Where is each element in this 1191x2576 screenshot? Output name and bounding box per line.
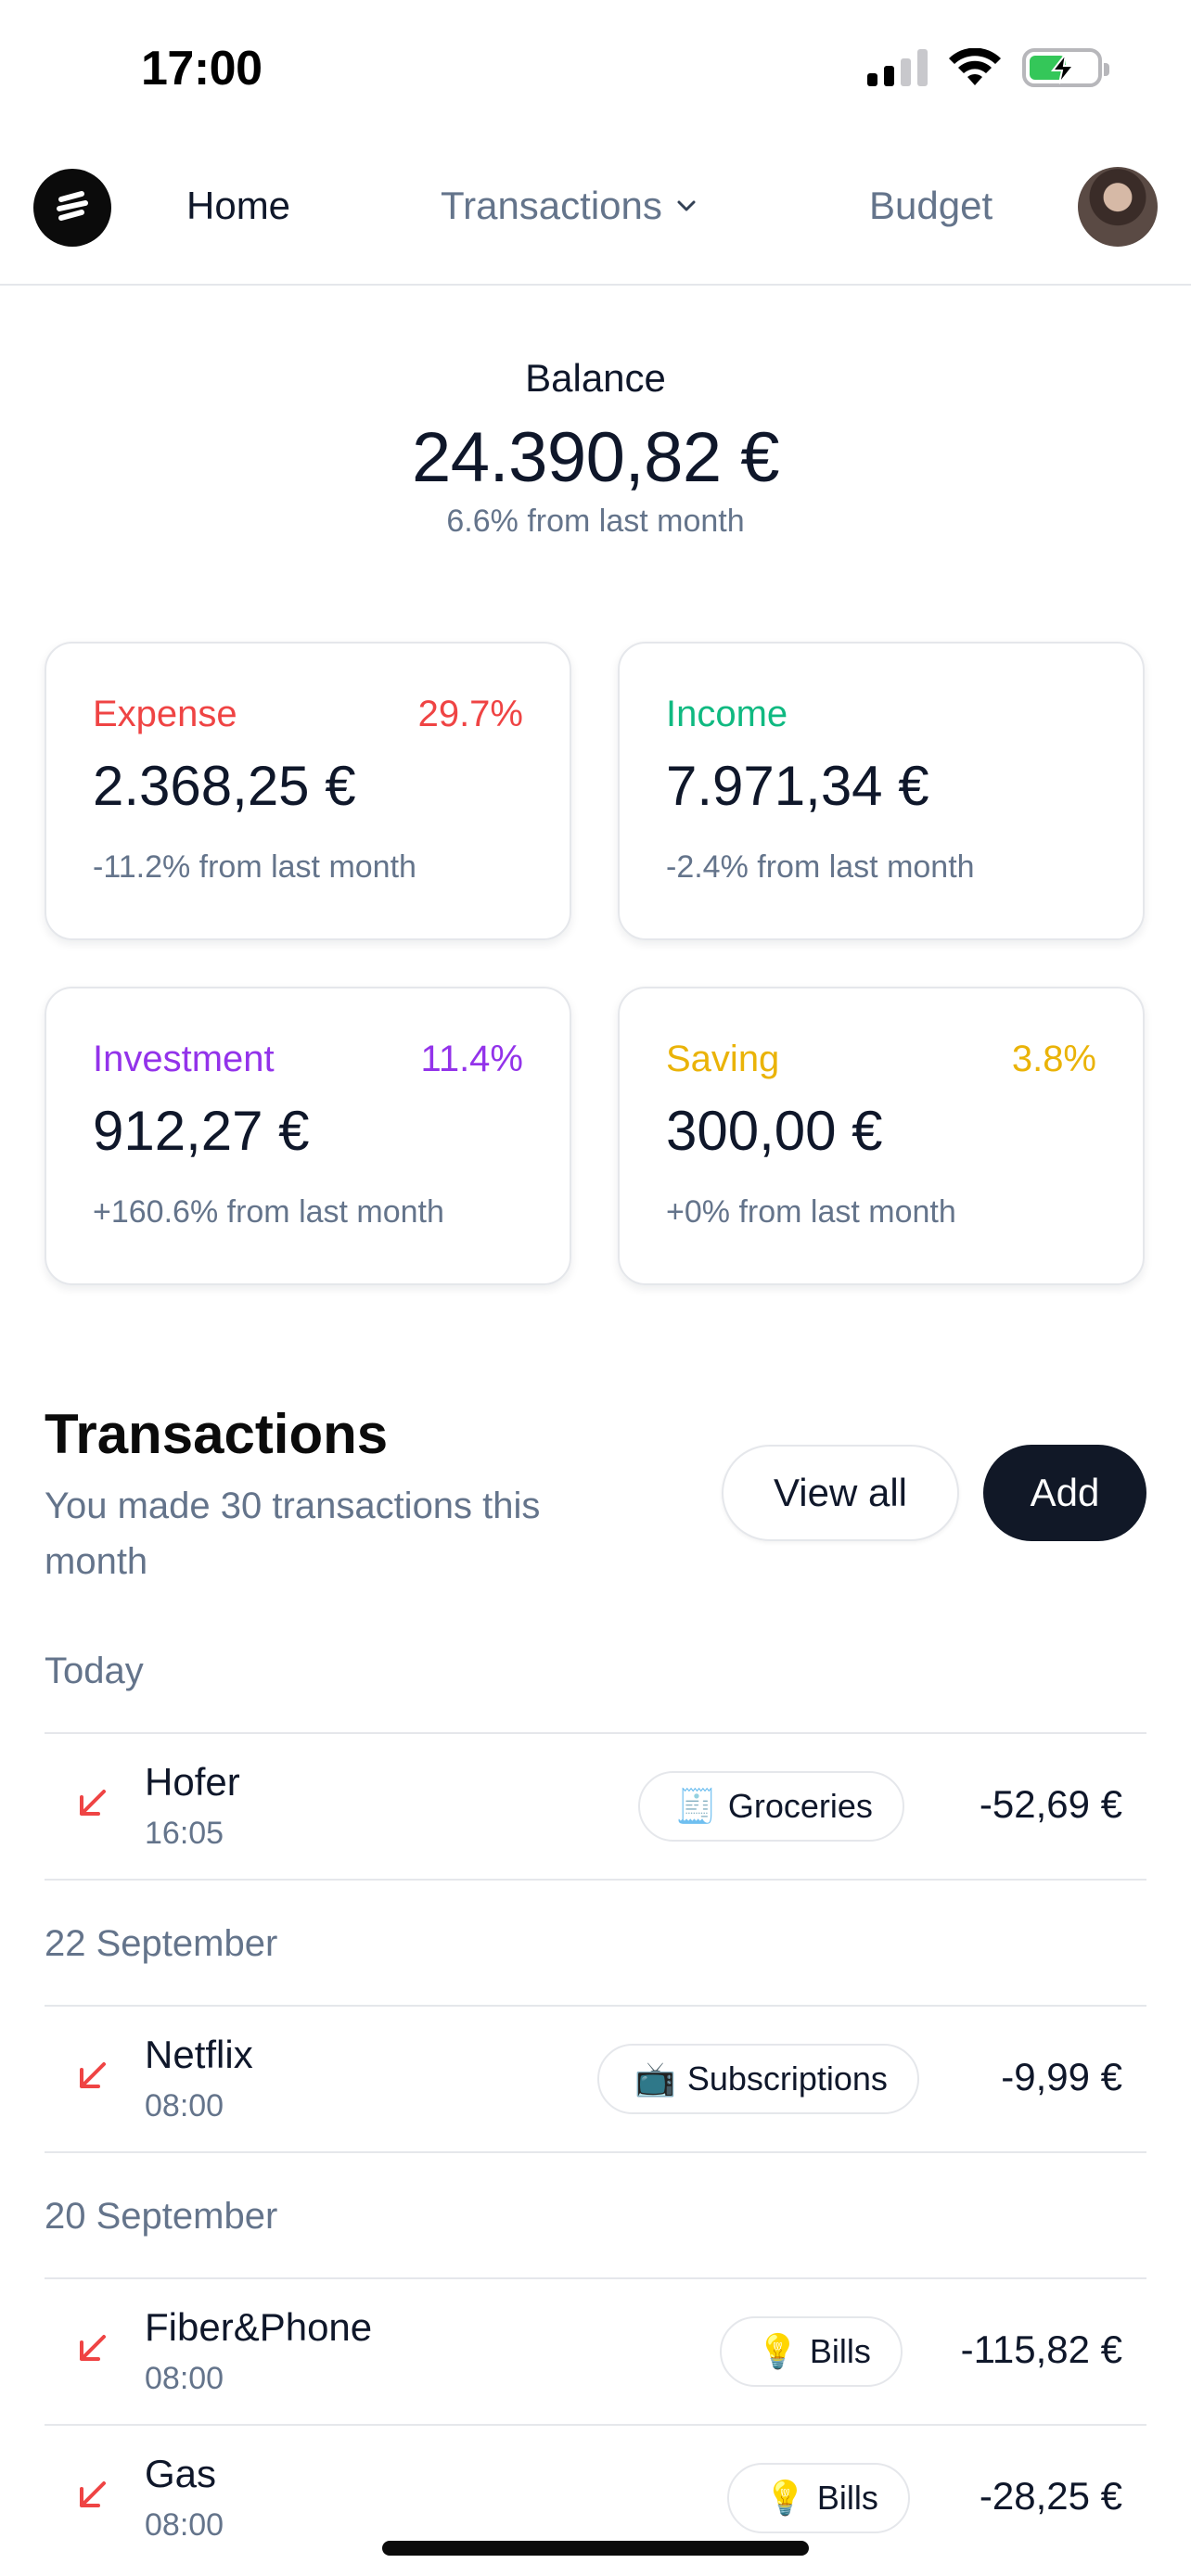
income-change: -2.4% from last month [666, 849, 975, 885]
transaction-name: Netflix [145, 2033, 253, 2076]
income-label: Income [666, 694, 788, 734]
transaction-time: 16:05 [145, 1816, 224, 1851]
expense-label: Expense [93, 694, 237, 734]
balance-section: Balance 24.390,82 € 6.6% from last month [0, 356, 1191, 540]
saving-change: +0% from last month [666, 1194, 956, 1230]
nav-transactions[interactable]: Transactions [441, 184, 698, 228]
status-time: 17:00 [141, 42, 263, 96]
top-nav: Home Transactions Budget [0, 156, 1191, 286]
transactions-subtitle: You made 30 transactions this month [45, 1486, 541, 1582]
arrow-down-left-icon [80, 2062, 106, 2088]
home-indicator [382, 2541, 809, 2556]
transaction-row[interactable]: Netflix 08:00 📺 Subscriptions -9,99 € [45, 2007, 1146, 2151]
category-tag[interactable]: 💡 Bills [727, 2463, 910, 2533]
chevron-down-icon [677, 200, 696, 211]
saving-card[interactable]: Saving 3.8% 300,00 € +0% from last month [618, 987, 1145, 1285]
category-label: Groceries [727, 1787, 873, 1825]
arrow-down-left-icon [80, 1790, 106, 1816]
nav-home[interactable]: Home [186, 184, 290, 228]
investment-change: +160.6% from last month [93, 1194, 444, 1230]
transaction-time: 08:00 [145, 2507, 224, 2543]
wifi-icon [949, 48, 1001, 85]
status-icons [867, 48, 1109, 87]
investment-label: Investment [93, 1039, 275, 1079]
group-label-22-september: 22 September [45, 1923, 278, 1964]
transaction-amount: -52,69 € [979, 1782, 1122, 1826]
saving-amount: 300,00 € [666, 1100, 883, 1162]
lightbulb-icon: 💡 [757, 2332, 799, 2370]
user-avatar[interactable] [1078, 167, 1158, 247]
app-logo-icon[interactable] [33, 169, 111, 247]
cellular-signal-icon [867, 49, 928, 86]
transaction-amount: -9,99 € [1001, 2055, 1122, 2098]
investment-percent: 11.4% [420, 1039, 523, 1079]
group-label-today: Today [45, 1651, 144, 1691]
tv-icon: 📺 [634, 2060, 676, 2098]
battery-charging-icon [1022, 48, 1109, 87]
expense-card[interactable]: Expense 29.7% 2.368,25 € -11.2% from las… [45, 642, 571, 940]
income-amount: 7.971,34 € [666, 755, 929, 817]
category-label: Bills [816, 2479, 878, 2517]
nav-budget[interactable]: Budget [869, 184, 992, 228]
transaction-amount: -28,25 € [979, 2474, 1122, 2518]
receipt-icon: 🧾 [675, 1787, 717, 1825]
nav-transactions-label: Transactions [441, 184, 662, 227]
transaction-time: 08:00 [145, 2361, 224, 2396]
expense-change: -11.2% from last month [93, 849, 416, 885]
investment-amount: 912,27 € [93, 1100, 310, 1162]
saving-percent: 3.8% [1011, 1039, 1096, 1079]
transaction-time: 08:00 [145, 2088, 224, 2123]
expense-amount: 2.368,25 € [93, 755, 356, 817]
category-label: Subscriptions [686, 2060, 888, 2098]
category-label: Bills [809, 2332, 871, 2370]
transaction-name: Fiber&Phone [145, 2305, 373, 2349]
category-tag[interactable]: 📺 Subscriptions [597, 2044, 919, 2114]
transaction-row[interactable]: Hofer 16:05 🧾 Groceries -52,69 € [45, 1734, 1146, 1879]
income-card[interactable]: Income 7.971,34 € -2.4% from last month [618, 642, 1145, 940]
balance-change: 6.6% from last month [446, 504, 745, 539]
view-all-button[interactable]: View all [722, 1445, 959, 1541]
divider [45, 1879, 1146, 1881]
transaction-name: Hofer [145, 1760, 240, 1804]
add-button[interactable]: Add [983, 1445, 1146, 1541]
status-bar: 17:00 [0, 0, 1191, 139]
saving-label: Saving [666, 1039, 780, 1079]
category-tag[interactable]: 🧾 Groceries [638, 1771, 904, 1842]
arrow-down-left-icon [80, 2481, 106, 2507]
group-label-20-september: 20 September [45, 2196, 278, 2237]
transaction-amount: -115,82 € [960, 2327, 1122, 2371]
investment-card[interactable]: Investment 11.4% 912,27 € +160.6% from l… [45, 987, 571, 1285]
transaction-row[interactable]: Fiber&Phone 08:00 💡 Bills -115,82 € [45, 2279, 1146, 2424]
transactions-title: Transactions [45, 1403, 389, 1465]
expense-percent: 29.7% [417, 694, 523, 734]
lightbulb-icon: 💡 [764, 2479, 806, 2517]
transaction-name: Gas [145, 2452, 217, 2495]
balance-amount: 24.390,82 € [412, 418, 780, 497]
divider [45, 2151, 1146, 2153]
balance-label: Balance [525, 356, 666, 400]
arrow-down-left-icon [80, 2335, 106, 2361]
category-tag[interactable]: 💡 Bills [720, 2316, 903, 2387]
